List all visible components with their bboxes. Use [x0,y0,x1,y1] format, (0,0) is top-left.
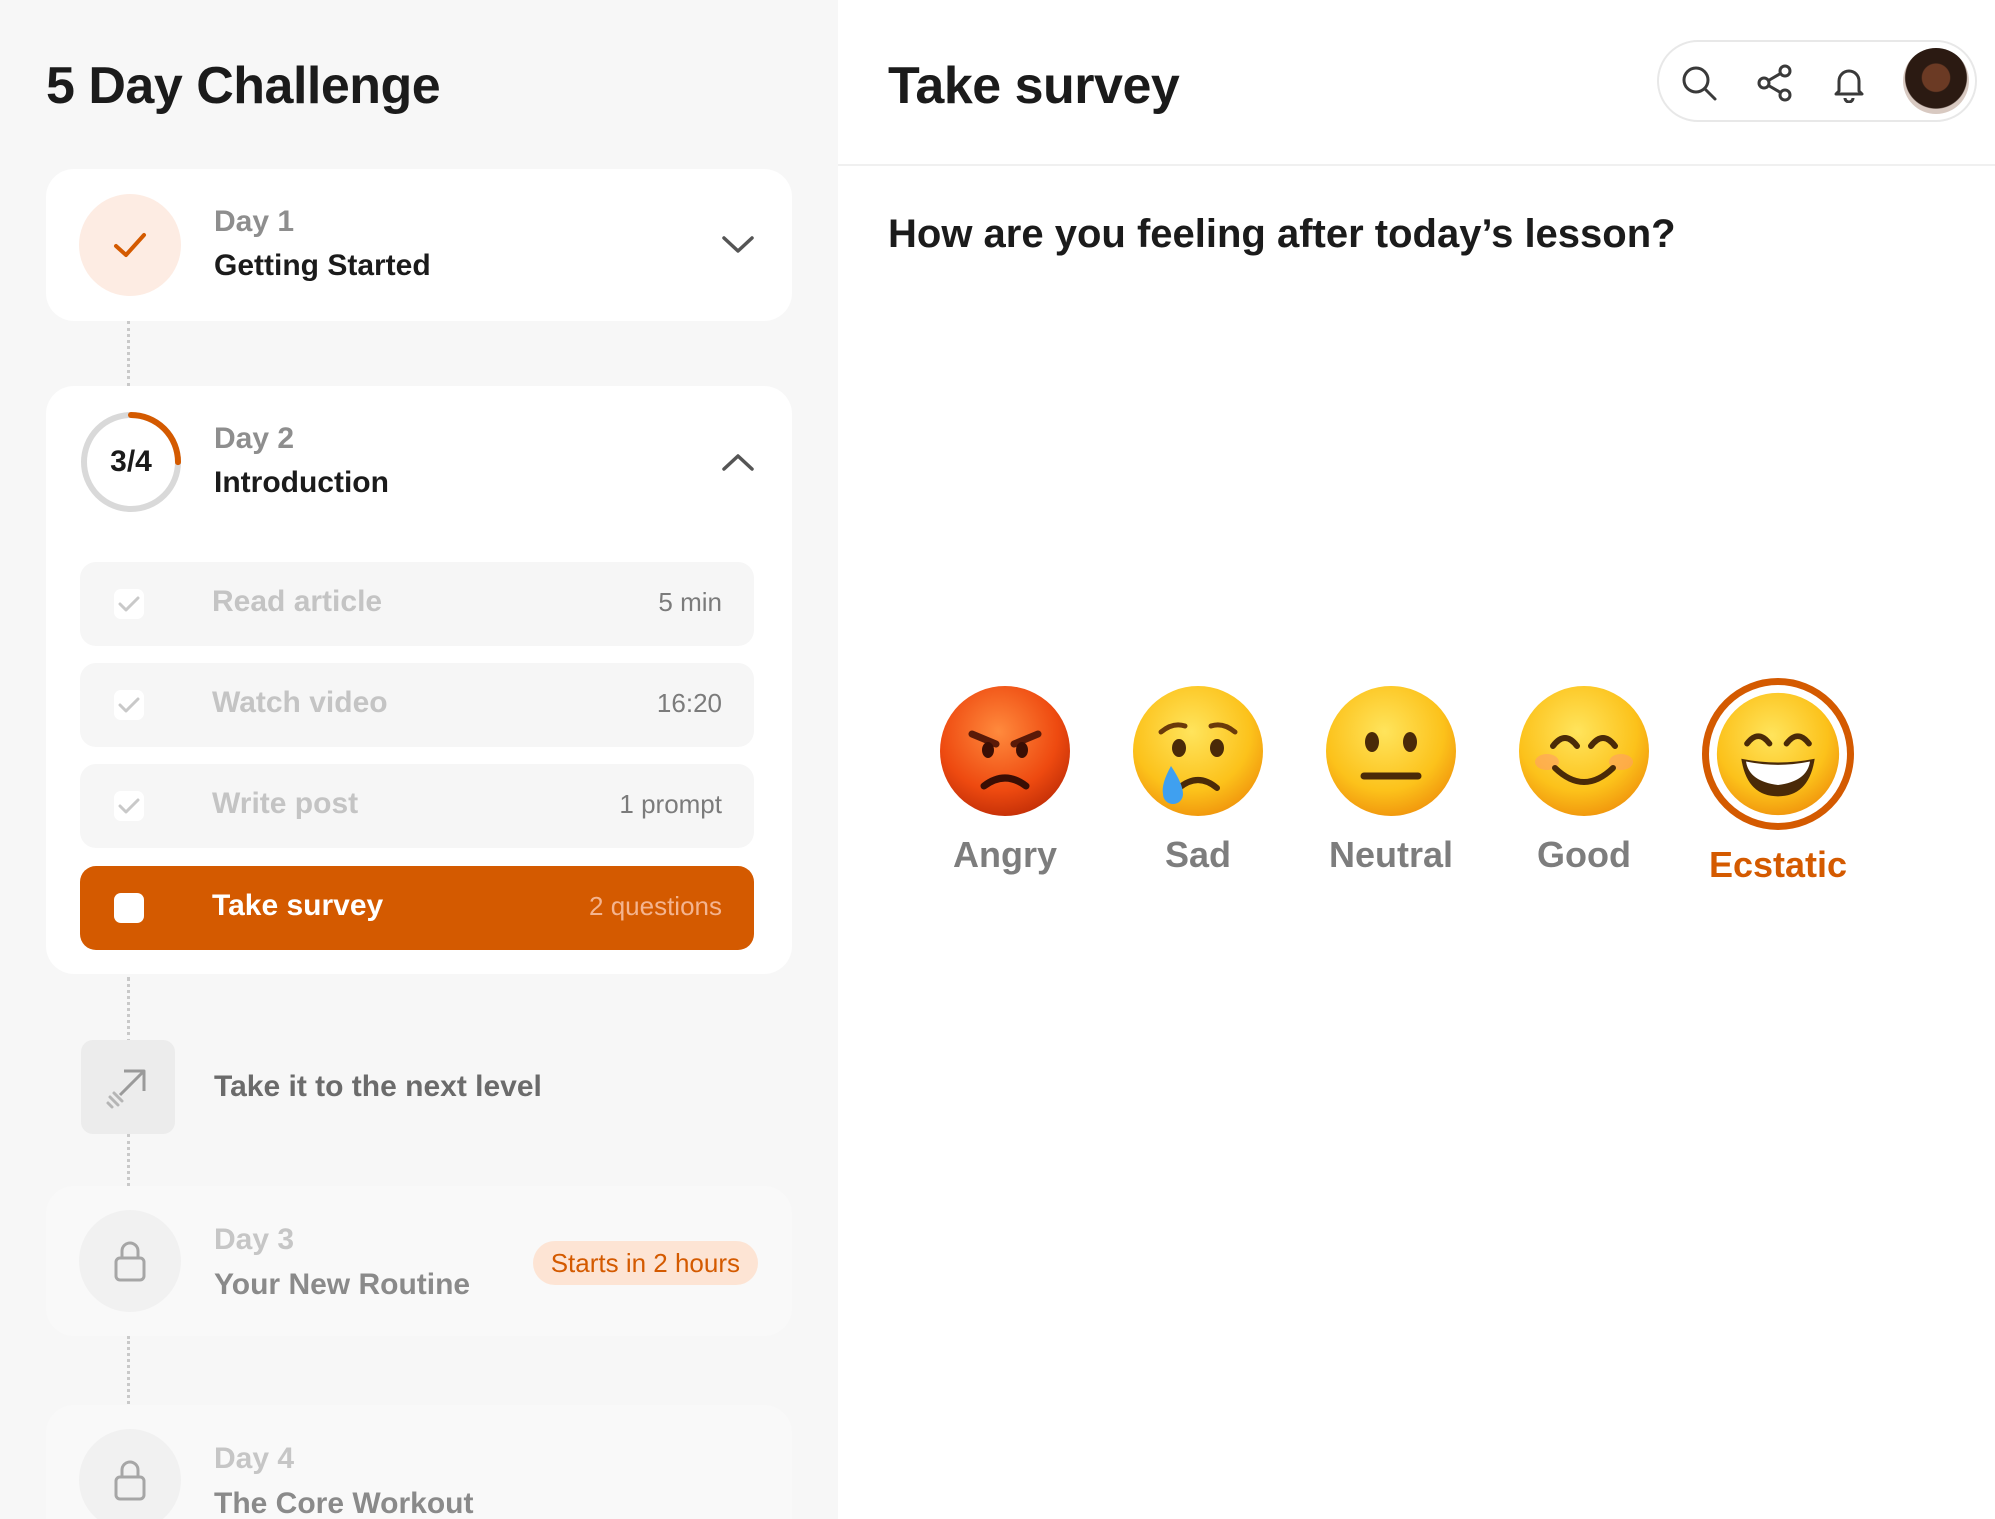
day-1-card[interactable]: Day 1 Getting Started [46,169,792,321]
status-badge: Starts in 2 hours [532,1241,758,1285]
task-read-article[interactable]: Read article 5 min [80,562,754,646]
angry-face-icon [940,686,1070,816]
task-checkbox[interactable] [114,791,144,821]
selection-ring [1702,678,1854,830]
completed-check-icon [79,194,181,296]
chevron-down-icon[interactable] [718,225,758,265]
bell-icon[interactable] [1827,61,1871,105]
search-icon[interactable] [1677,61,1721,105]
task-watch-video[interactable]: Watch video 16:20 [80,663,754,747]
task-label: Take survey [212,889,384,922]
day-4-card[interactable]: Day 4 The Core Workout [46,1405,792,1519]
survey-question: How are you feeling after today’s lesson… [888,212,1676,256]
day-3-card[interactable]: Day 3 Your New Routine Starts in 2 hours [46,1186,792,1336]
chevron-up-icon[interactable] [718,442,758,482]
lock-icon [79,1210,181,1312]
day-2-kicker: Day 2 [214,422,295,455]
level-up-arrow-icon [81,1040,175,1134]
main-panel: Take survey How are you feeling after to… [838,0,1995,1519]
task-checkbox[interactable] [114,589,144,619]
mood-label: Good [1537,834,1631,875]
mood-option-angry[interactable]: Angry [920,680,1090,876]
task-label: Write post [212,787,359,820]
neutral-face-icon [1326,686,1456,816]
mood-label: Ecstatic [1708,844,1848,885]
day-1-name: Getting Started [214,249,431,282]
grinning-face-icon [1716,692,1840,816]
day-1-kicker: Day 1 [214,205,295,238]
task-label: Read article [212,585,383,618]
task-take-survey[interactable]: Take survey 2 questions [80,866,754,950]
task-meta: 5 min [658,587,722,617]
day-4-name: The Core Workout [214,1487,474,1519]
check-icon [118,596,140,612]
next-level-link[interactable]: Take it to the next level [46,1000,792,1140]
task-meta: 2 questions [589,891,722,921]
mood-label: Sad [1164,834,1232,875]
timeline-connector [127,1134,130,1186]
day-2-card[interactable]: 3/4 Day 2 Introduction Read article 5 mi… [46,386,792,974]
avatar[interactable] [1903,48,1969,114]
toolbar [1657,40,1977,122]
page-title: Take survey [888,57,1180,115]
day-4-kicker: Day 4 [214,1442,295,1475]
task-meta: 16:20 [656,688,722,718]
task-checkbox[interactable] [114,690,144,720]
lock-icon [79,1429,181,1519]
mood-option-neutral[interactable]: Neutral [1306,680,1476,876]
timeline-connector [127,1336,130,1404]
task-label: Watch video [212,686,388,719]
day-3-kicker: Day 3 [214,1223,295,1256]
day-2-name: Introduction [214,466,389,499]
task-write-post[interactable]: Write post 1 prompt [80,764,754,848]
timeline-connector [127,321,130,386]
next-level-label: Take it to the next level [214,1070,542,1103]
crying-face-icon [1133,686,1263,816]
challenge-title: 5 Day Challenge [46,57,441,115]
main-header: Take survey [838,0,1995,166]
mood-option-good[interactable]: Good [1499,680,1669,876]
task-checkbox[interactable] [114,893,144,923]
mood-option-sad[interactable]: Sad [1113,680,1283,876]
check-icon [118,798,140,814]
mood-label: Neutral [1328,834,1454,875]
day-3-name: Your New Routine [214,1268,471,1301]
check-icon [118,697,140,713]
mood-label: Angry [952,834,1057,875]
share-icon[interactable] [1753,61,1797,105]
mood-option-ecstatic[interactable]: Ecstatic [1693,678,1863,886]
progress-label: 3/4 [110,445,152,478]
task-meta: 1 prompt [619,789,722,819]
sidebar: 5 Day Challenge Day 1 Getting Started 3/… [0,0,838,1519]
smiling-face-icon [1519,686,1649,816]
